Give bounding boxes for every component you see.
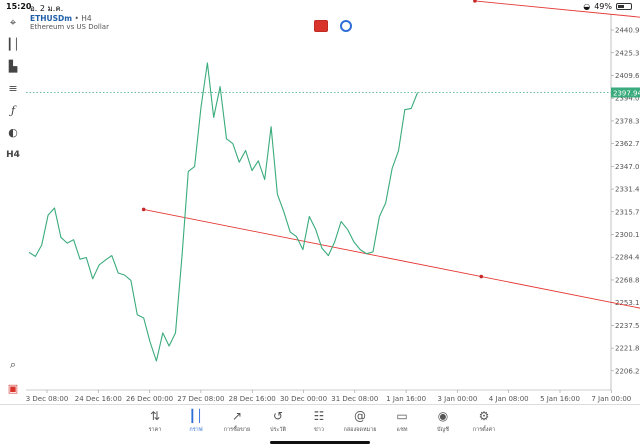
x-tick-label: 3 Dec 08:00 (26, 395, 69, 403)
tab-chart[interactable]: ┃│ กราฟ (176, 409, 216, 434)
candles-icon[interactable]: ┃│ (4, 38, 22, 52)
chart-search-icon[interactable]: ⌕ (4, 358, 22, 372)
x-tick-label: 24 Dec 16:00 (75, 395, 122, 403)
y-tick-label: 2237.50 (615, 322, 640, 330)
x-tick-label: 3 Jan 00:00 (437, 395, 477, 403)
trade-panel-icon[interactable]: ▣ (4, 382, 22, 396)
tab-label: กราฟ (189, 427, 203, 433)
timeframe-button[interactable]: H4 (4, 148, 22, 162)
tab-account[interactable]: ◉ บัญชี (423, 409, 463, 434)
tab-label: การซื้อขาย (223, 427, 251, 433)
y-tick-label: 2378.35 (615, 117, 640, 125)
tab-label: การตั้งค่า (472, 427, 496, 433)
y-tick-label: 2284.45 (615, 254, 640, 262)
tab-mailbox[interactable]: @ กล่องจดหมาย (340, 409, 380, 434)
tab-label: บัญชี (437, 427, 449, 433)
history-icon: ↺ (272, 409, 284, 423)
y-tick-label: 2331.40 (615, 186, 640, 194)
y-tick-label: 2425.30 (615, 49, 640, 57)
price-series-line (28, 62, 419, 362)
y-tick-label: 2221.85 (615, 345, 640, 353)
symbol-title: ETHUSDm • H4 (30, 14, 92, 23)
y-tick-label: 2362.70 (615, 140, 640, 148)
tab-label: ราคา (148, 427, 162, 433)
tab-label: แชท (396, 427, 408, 433)
settings-icon: ⚙ (478, 409, 490, 423)
x-tick-label: 7 Jan 00:00 (591, 395, 631, 403)
chat-icon: ▭ (396, 409, 408, 423)
y-tick-label: 2409.65 (615, 72, 640, 80)
trendline-anchor (479, 274, 484, 279)
indicators-icon[interactable]: ▙ (4, 60, 22, 74)
function-icon[interactable]: ƒ (4, 104, 22, 118)
y-tick-label: 2315.75 (615, 208, 640, 216)
x-tick-label: 5 Jan 16:00 (540, 395, 580, 403)
left-toolbar: ⌖ ┃│ ▙ ≡ ƒ ◐ H4 ⌕ ▣ (0, 14, 26, 404)
symbol-timeframe: • H4 (74, 14, 92, 23)
objects-icon[interactable]: ≡ (4, 82, 22, 96)
x-tick-label: 30 Dec 00:00 (280, 395, 327, 403)
x-tick-label: 27 Dec 08:00 (177, 395, 224, 403)
x-tick-label: 31 Dec 08:00 (331, 395, 378, 403)
trendline-anchor (473, 0, 477, 3)
tab-label: ประวัติ (269, 427, 287, 433)
chart-icon: ┃│ (188, 409, 204, 423)
quotes-icon: ⇅ (149, 409, 161, 423)
y-tick-label: 2268.80 (615, 276, 640, 284)
x-tick-label: 28 Dec 16:00 (229, 395, 276, 403)
chart-sync-icon[interactable] (340, 20, 352, 32)
y-tick-label: 2206.20 (615, 367, 640, 375)
account-icon: ◉ (437, 409, 449, 423)
tab-trade[interactable]: ↗ การซื้อขาย (217, 409, 257, 434)
symbol-description: Ethereum vs US Dollar (30, 23, 109, 31)
shapes-icon[interactable]: ◐ (4, 126, 22, 140)
tab-chat[interactable]: ▭ แชท (382, 409, 422, 434)
tab-quotes[interactable]: ⇅ ราคา (135, 409, 175, 434)
y-tick-label: 2440.95 (615, 27, 640, 35)
one-click-trading-icon[interactable] (314, 20, 328, 32)
home-indicator (270, 441, 370, 444)
x-tick-label: 26 Dec 00:00 (126, 395, 173, 403)
crosshair-icon[interactable]: ⌖ (4, 16, 22, 30)
x-tick-label: 4 Jan 08:00 (489, 395, 529, 403)
x-tick-label: 1 Jan 16:00 (386, 395, 426, 403)
current-price-label: 2397.94 (613, 89, 640, 97)
symbol-name: ETHUSDm (30, 14, 73, 23)
y-tick-label: 2300.10 (615, 231, 640, 239)
tab-news[interactable]: ☷ ข่าว (299, 409, 339, 434)
tab-label: ข่าว (314, 427, 324, 433)
price-chart[interactable]: 2206.202221.852237.502253.152268.802284.… (0, 0, 640, 404)
trendline (143, 208, 640, 309)
tab-label: กล่องจดหมาย (343, 427, 377, 433)
mailbox-icon: @ (354, 409, 366, 423)
tab-settings[interactable]: ⚙ การตั้งค่า (464, 409, 504, 434)
tab-history[interactable]: ↺ ประวัติ (258, 409, 298, 434)
trade-icon: ↗ (231, 409, 243, 423)
news-icon: ☷ (313, 409, 325, 423)
trendline-anchor (141, 207, 146, 212)
y-tick-label: 2347.05 (615, 163, 640, 171)
